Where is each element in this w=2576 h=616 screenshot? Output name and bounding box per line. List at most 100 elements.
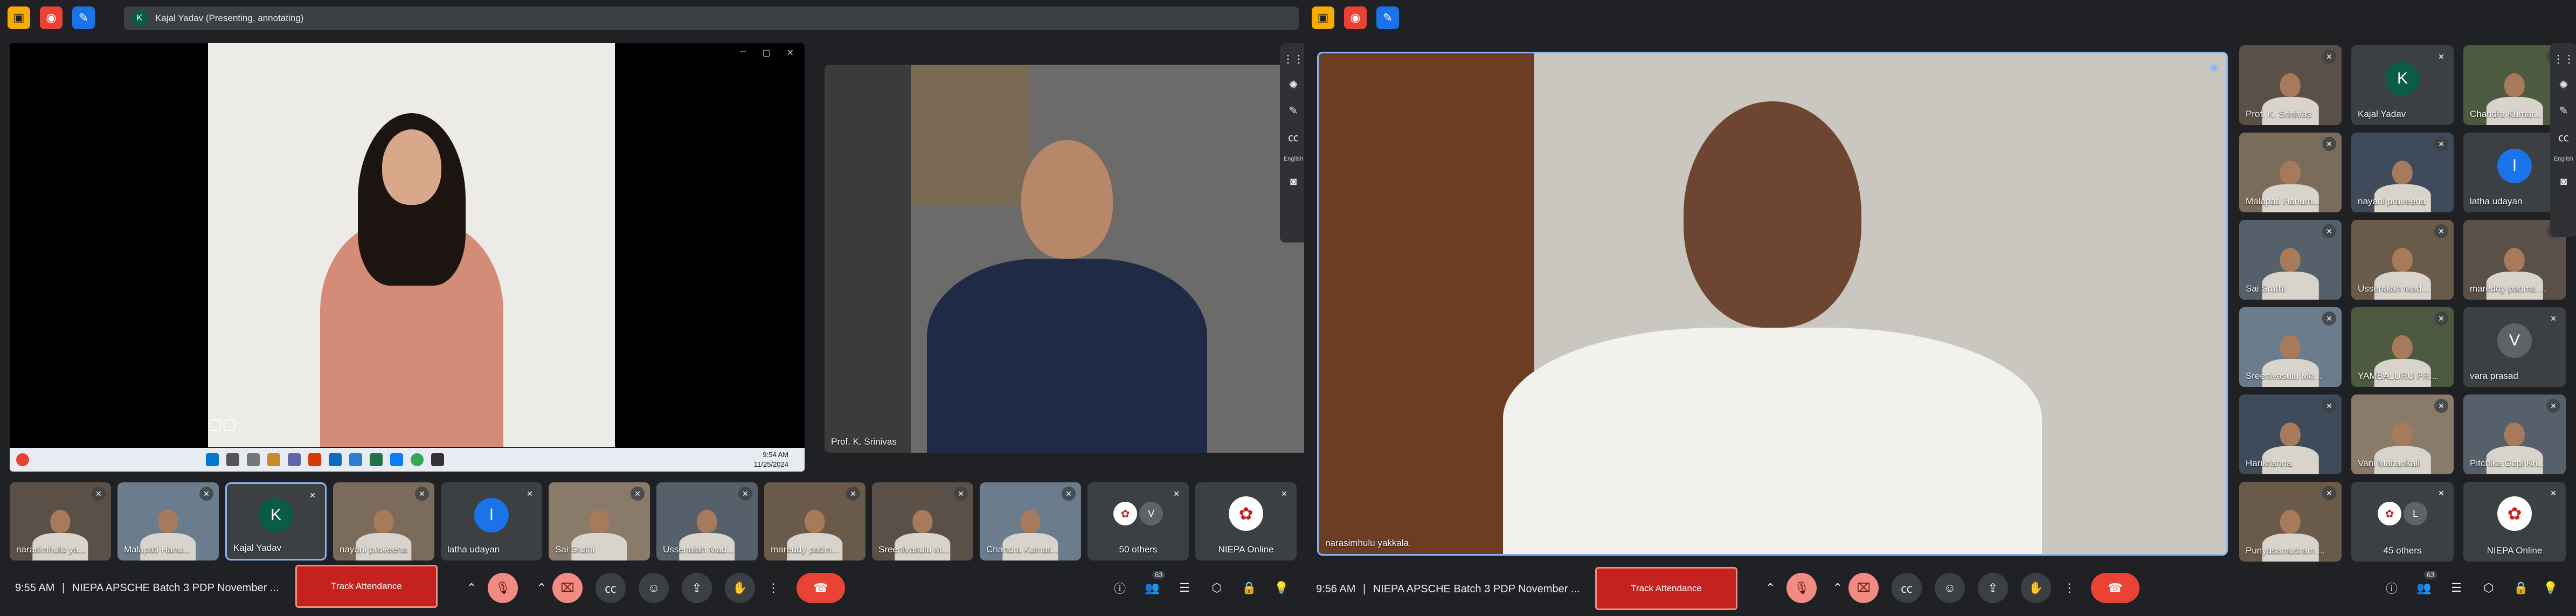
raise-hand-button[interactable]: ✋ [2021, 573, 2051, 603]
leave-call-button[interactable]: ☎ [797, 573, 845, 603]
captions-button[interactable]: ㏄ [1892, 573, 1922, 603]
present-button[interactable]: ⇪ [1978, 573, 2008, 603]
more-options-button[interactable]: ⋮ [765, 573, 781, 603]
captions-icon[interactable]: ㏄ [1285, 128, 1301, 144]
camera-off-button[interactable]: ⌧ [1848, 573, 1879, 603]
participant-tile[interactable]: ✕ Prof. K. Srinivas [2239, 45, 2342, 125]
activities-icon[interactable]: ⬡ [2479, 578, 2498, 598]
participant-tile[interactable]: ✕ Sai Sruthi [549, 482, 650, 560]
maximize-icon[interactable]: ▢ [762, 47, 770, 58]
video-options-button[interactable]: ⌃ [534, 573, 550, 603]
record-icon[interactable]: ◉ [1344, 6, 1367, 29]
powerpoint-icon[interactable] [308, 453, 321, 466]
participant-tile[interactable]: ✕ Ussenaiah Mad... [656, 482, 758, 560]
word-icon[interactable] [349, 453, 362, 466]
windows-start-icon[interactable] [206, 453, 219, 466]
explorer-icon[interactable] [267, 453, 280, 466]
captions-icon[interactable]: ㏄ [2556, 128, 2572, 144]
leave-call-button[interactable]: ☎ [2091, 573, 2139, 603]
presentation-tile[interactable]: ▢▢ ─ ▢ ✕ 9:54 AM 11/25/2024 [10, 43, 805, 472]
participant-tile[interactable]: ✕ Ussenaiah Mad... [2351, 220, 2454, 300]
info-icon[interactable]: ⓘ [1110, 578, 1130, 598]
annotate-icon[interactable]: ✎ [72, 6, 95, 29]
effects-icon[interactable]: ✺ [1285, 77, 1301, 93]
audio-options-button[interactable]: ⌃ [1762, 573, 1778, 603]
chrome-icon[interactable] [411, 453, 424, 466]
participant-tile[interactable]: K ✕ Kajal Yadav [225, 482, 327, 560]
speaker-tile[interactable]: Prof. K. Srinivas [825, 65, 1304, 453]
mic-off-button[interactable]: 🎙 [488, 573, 518, 603]
main-speaker-tile[interactable]: ◉ narasimhulu yakkala [1317, 52, 2228, 556]
close-icon[interactable]: ✕ [787, 47, 794, 58]
info-icon[interactable]: ⓘ [2382, 578, 2401, 598]
participant-tile[interactable]: ✕ Sai Sruthi [2239, 220, 2342, 300]
participant-tile[interactable]: ✕ Malapati Hanu... [117, 482, 219, 560]
participant-tile[interactable]: ✕ mareddy padm... [764, 482, 865, 560]
participant-tile[interactable]: ✿ ✕ NIEPA Online [1195, 482, 1297, 560]
task-view-icon[interactable] [247, 453, 260, 466]
grid-icon[interactable]: ⋮⋮ [2553, 51, 2574, 67]
annotate-icon[interactable]: ✎ [1376, 6, 1399, 29]
effects-icon[interactable]: ✺ [2556, 77, 2572, 93]
participant-name: Ussenaiah Mad... [2358, 283, 2429, 294]
participant-tile[interactable]: ✕ Vani Mahankali [2351, 394, 2454, 474]
people-icon[interactable]: 👥 63 [2414, 571, 2437, 598]
activities-icon[interactable]: ⬡ [1207, 578, 1227, 598]
participant-tile[interactable]: ✕ Harikrishna [2239, 394, 2342, 474]
people-icon[interactable]: 👥 63 [1142, 571, 1166, 598]
pen-icon[interactable]: ✎ [1285, 102, 1301, 119]
participant-tile[interactable]: ✕ Sreenivasulu M... [872, 482, 973, 560]
more-options-button[interactable]: ⋮ [2061, 573, 2078, 603]
captions-button[interactable]: ㏄ [595, 573, 626, 603]
pen-icon[interactable]: ✎ [2556, 102, 2572, 119]
participant-tile[interactable]: ✕ Malapati Hanum... [2239, 133, 2342, 212]
participant-tile[interactable]: ✕ Punyasamudram ... [2239, 482, 2342, 562]
track-attendance-button[interactable]: Track Attendance [1595, 567, 1737, 610]
participant-tile[interactable]: ✕ Chandra Kumar... [980, 482, 1081, 560]
weather-icon[interactable] [16, 453, 29, 466]
participant-tile[interactable]: ✿ ✕ NIEPA Online [2463, 482, 2566, 562]
participant-tile[interactable]: ✕ narasimhulu ya... [10, 482, 111, 560]
camera-off-button[interactable]: ⌧ [552, 573, 583, 603]
grid-icon[interactable]: ⋮⋮ [1283, 51, 1304, 67]
minimize-icon[interactable]: ─ [740, 47, 746, 58]
search-icon[interactable] [226, 453, 239, 466]
mic-off-button[interactable]: 🎙 [1786, 573, 1817, 603]
lightbulb-icon[interactable]: 💡 [1272, 578, 1291, 598]
participant-tile[interactable]: ✿ V ✕ 50 others [1088, 482, 1189, 560]
chat-icon[interactable]: ☰ [1175, 578, 1194, 598]
screen-share-icon[interactable]: ▣ [1312, 6, 1334, 29]
participant-tile[interactable]: ✕ Sreenivasulu Me... [2239, 307, 2342, 387]
app-icon[interactable] [431, 453, 444, 466]
emoji-button[interactable]: ☺ [1935, 573, 1965, 603]
lightbulb-icon[interactable]: 💡 [2541, 578, 2560, 598]
participant-tile[interactable]: ✿ L ✕ 45 others [2351, 482, 2454, 562]
teams-icon[interactable] [288, 453, 301, 466]
outlook-icon[interactable] [329, 453, 342, 466]
screen-share-icon[interactable]: ▣ [8, 6, 30, 29]
excel-icon[interactable] [370, 453, 383, 466]
record-icon[interactable]: ◉ [40, 6, 63, 29]
present-button[interactable]: ⇪ [682, 573, 712, 603]
participant-name: mareddy padm... [771, 544, 840, 555]
caption-language[interactable]: English [2554, 154, 2573, 164]
host-controls-icon[interactable]: 🔒 [2511, 578, 2531, 598]
track-attendance-button[interactable]: Track Attendance [295, 565, 438, 608]
participant-tile[interactable]: K ✕ Kajal Yadav [2351, 45, 2454, 125]
camera-icon[interactable]: ◙ [1285, 174, 1301, 190]
participant-tile[interactable]: ✕ nayani praveena [2351, 133, 2454, 212]
participant-tile[interactable]: ✕ nayani praveena [333, 482, 434, 560]
edge-icon[interactable] [390, 453, 403, 466]
audio-options-button[interactable]: ⌃ [463, 573, 480, 603]
video-options-button[interactable]: ⌃ [1830, 573, 1846, 603]
participant-tile[interactable]: ✕ YAMBALURU PR... [2351, 307, 2454, 387]
chat-icon[interactable]: ☰ [2447, 578, 2466, 598]
caption-language[interactable]: English [1284, 154, 1303, 164]
participant-tile[interactable]: ✕ Pitchika Gopi Kri... [2463, 394, 2566, 474]
raise-hand-button[interactable]: ✋ [725, 573, 755, 603]
emoji-button[interactable]: ☺ [639, 573, 669, 603]
host-controls-icon[interactable]: 🔒 [1239, 578, 1259, 598]
camera-icon[interactable]: ◙ [2556, 174, 2572, 190]
participant-tile[interactable]: l ✕ latha udayan [441, 482, 542, 560]
participant-tile[interactable]: V ✕ vara prasad [2463, 307, 2566, 387]
